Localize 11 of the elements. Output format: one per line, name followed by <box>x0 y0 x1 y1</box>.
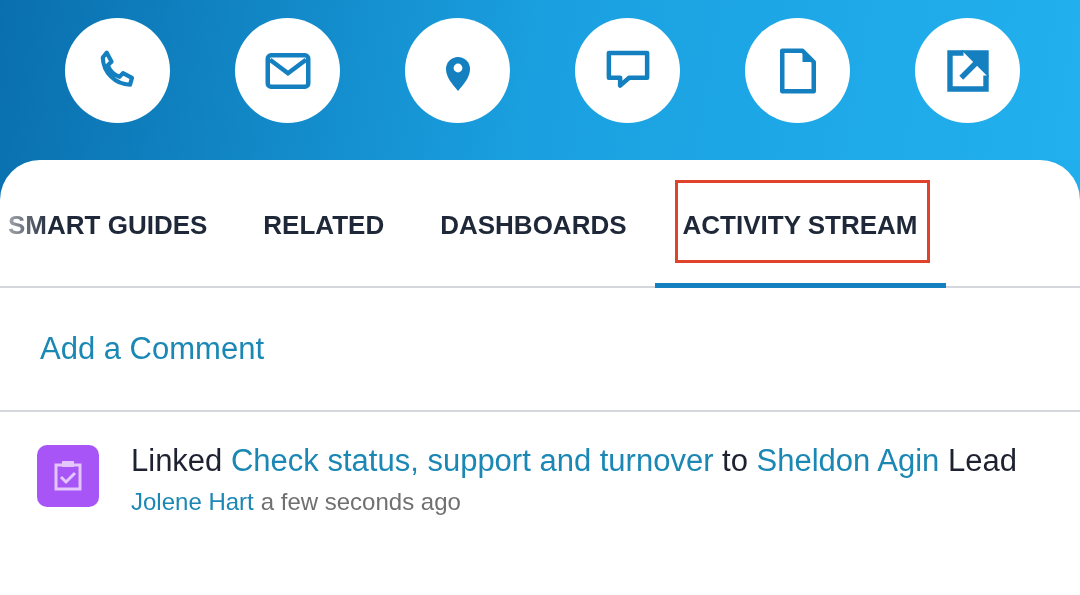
author-link[interactable]: Jolene Hart <box>131 488 254 516</box>
tab[interactable]: DASHBOARDS <box>412 160 655 288</box>
task-icon <box>37 445 99 507</box>
tab[interactable]: RELATED <box>235 160 413 288</box>
tab[interactable]: ACTIVITY STREAM <box>654 160 946 288</box>
record-link[interactable]: Sheldon Agin <box>756 443 940 478</box>
timestamp: a few seconds ago <box>260 488 461 516</box>
activity-text: Linked Check status, support and turnover to Sheldon Agin Lead <box>131 442 1017 480</box>
tab[interactable]: SMART GUIDES <box>0 160 236 288</box>
record-link[interactable]: Check status, support and turnover <box>231 443 714 478</box>
add-comment-link[interactable]: Add a Comment <box>40 331 264 367</box>
